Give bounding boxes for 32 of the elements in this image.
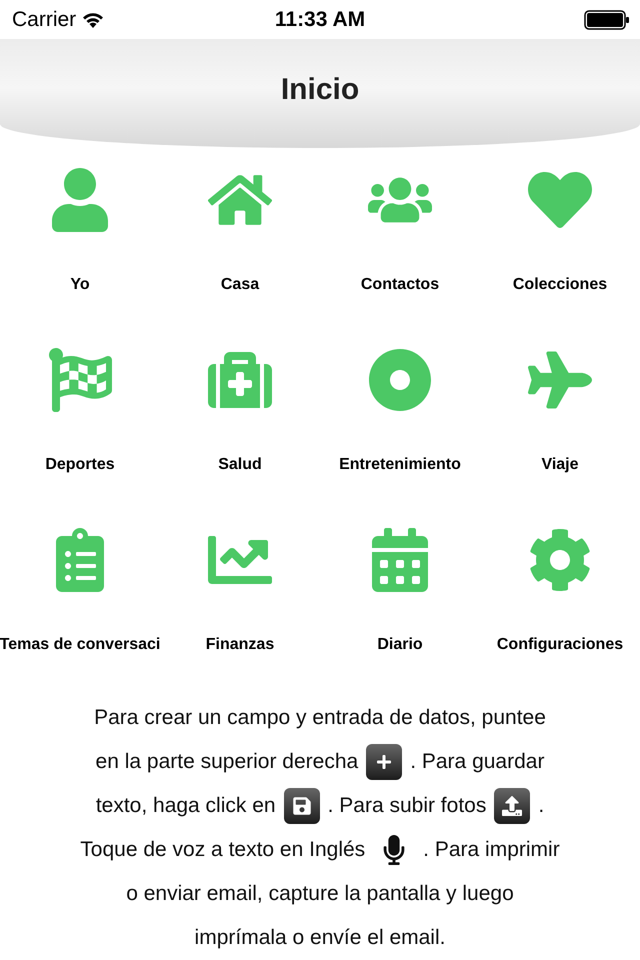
instruction-text: texto, haga click en <box>96 794 276 818</box>
category-icon[interactable] <box>368 348 432 412</box>
instruction-text: . Para subir fotos <box>328 794 486 818</box>
battery-icon <box>584 10 630 30</box>
category-label[interactable]: Entretenimiento <box>339 456 461 474</box>
category-label[interactable]: Colecciones <box>512 276 608 294</box>
category-label[interactable]: Deportes <box>45 456 115 474</box>
category-label[interactable]: Diario <box>377 636 423 654</box>
category-label[interactable]: Temas de conversaci <box>0 636 160 654</box>
category-label[interactable]: Contactos <box>360 276 440 294</box>
instruction-text: . <box>538 794 544 818</box>
instruction-text: . Para guardar <box>410 750 544 774</box>
page-title: Inicio <box>280 73 360 108</box>
carrier-name: Carrier <box>12 8 76 32</box>
instruction-text: o enviar email, capture la pantalla y luego <box>126 882 514 906</box>
category-icon[interactable] <box>528 528 592 592</box>
upload-icon <box>494 788 530 824</box>
category-label[interactable]: Finanzas <box>206 636 274 654</box>
instruction-text: . Para imprimir <box>423 838 560 862</box>
wifi-icon <box>82 12 104 28</box>
instruction-text: Para crear un campo y entrada de datos, puntee <box>94 706 546 730</box>
category-icon[interactable] <box>48 348 112 412</box>
add-icon <box>366 744 402 780</box>
instruction-text: Toque de voz a texto en Inglés <box>80 838 366 862</box>
category-label[interactable]: Viaje <box>541 456 579 474</box>
category-label[interactable]: Configuraciones <box>496 636 624 654</box>
instruction-text: imprímala o envíe el email. <box>194 926 446 950</box>
clock-time: 11:33 AM <box>274 8 366 32</box>
instruction-text: en la parte superior derecha <box>96 750 358 774</box>
category-label[interactable]: Salud <box>218 456 262 474</box>
category-label[interactable]: Yo <box>70 276 90 294</box>
category-label[interactable]: Casa <box>220 276 260 294</box>
